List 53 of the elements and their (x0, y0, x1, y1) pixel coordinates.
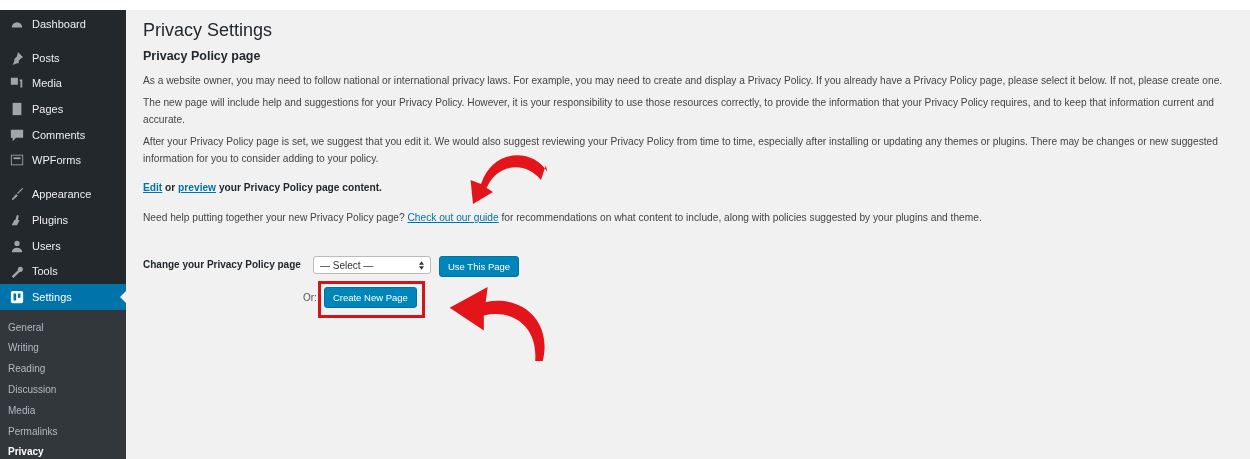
pin-icon (10, 50, 24, 65)
page-title: Privacy Settings (143, 19, 274, 41)
menu-label: Plugins (32, 213, 69, 226)
menu-label: Pages (32, 103, 64, 116)
wrench-icon (10, 264, 24, 279)
create-page-button[interactable]: Create New Page (323, 287, 417, 308)
menu-item[interactable]: Media (0, 70, 126, 97)
menu-item[interactable]: Posts (0, 45, 126, 71)
menu-label: Posts (32, 51, 60, 64)
menu-item[interactable]: Dashboard (0, 11, 126, 37)
paragraph-text: After your Privacy Policy page is set, we suggest that you edit it. We would also suggest reviewing your Privacy Policy from time to time, especially after installing or updating any themes or plugins. There may be changes or new suggested information for you to consider adding to your policy. (143, 135, 1219, 166)
submenu-item[interactable]: Privacy (0, 442, 126, 459)
section-title: Privacy Policy page (143, 48, 262, 64)
menu-item[interactable]: Comments (0, 121, 126, 148)
menu-item[interactable]: Plugins (0, 207, 126, 233)
menu-label: WPForms (32, 154, 81, 167)
menu-item[interactable]: Tools (0, 258, 126, 284)
comment-icon (10, 127, 24, 142)
menu-label: Comments (32, 128, 86, 141)
paragraph-text: Edit or preview your Privacy Policy page content. (143, 181, 383, 195)
paragraph-text: The new page will include help and suggestions for your Privacy Policy. However, it is your responsibility to use those resources correctly, to provide the information that your Privacy Policy requires, and to keep that information current and accurate. (143, 96, 1215, 127)
form-icon (10, 153, 24, 168)
or-label: Or: (303, 292, 317, 303)
submenu-item[interactable]: Permalinks (0, 421, 126, 443)
user-icon (10, 238, 24, 253)
up-down-icon (419, 260, 424, 270)
text-link[interactable]: preview (178, 182, 217, 193)
submenu-item[interactable]: Media (0, 400, 126, 422)
menu-label: Dashboard (32, 17, 86, 30)
settings-icon (10, 289, 24, 304)
menu-label: Media (32, 77, 62, 90)
brush-icon (10, 187, 24, 202)
submenu-item[interactable]: Discussion (0, 379, 126, 401)
submenu-item[interactable]: General (0, 317, 126, 339)
menu-item[interactable]: Appearance (0, 181, 126, 208)
text-link[interactable]: Check out our guide (407, 212, 499, 223)
menu-label: Appearance (32, 188, 92, 201)
pages-icon (10, 102, 24, 117)
menu-item[interactable]: Pages (0, 96, 126, 122)
menu-label: Users (32, 239, 61, 252)
menu-item[interactable]: WPForms (0, 147, 126, 174)
menu-label: Tools (32, 265, 58, 278)
menu-item[interactable]: Users (0, 232, 126, 259)
submenu-item[interactable]: Writing (0, 338, 126, 360)
submenu-item[interactable]: Reading (0, 359, 126, 380)
paragraph-text: As a website owner, you may need to follow national or international privacy laws. For example, you may need to create and display a Privacy Policy. If you already have a Privacy Policy page, please select it below. If not, please create one. (143, 74, 1224, 88)
menu-label: Settings (32, 290, 72, 303)
use-page-button[interactable]: Use This Page (439, 256, 520, 277)
text-link[interactable]: Edit (143, 182, 163, 193)
paragraph-text: Need help putting together your new Privacy Policy page? Check out our guide for recommendations on what content to include, along with policies suggested by your plugins and theme. (143, 211, 983, 225)
field-label: Change your Privacy Policy page (143, 258, 302, 272)
page-select[interactable]: — Select — (313, 256, 431, 274)
menu-item[interactable]: Settings (0, 283, 126, 310)
